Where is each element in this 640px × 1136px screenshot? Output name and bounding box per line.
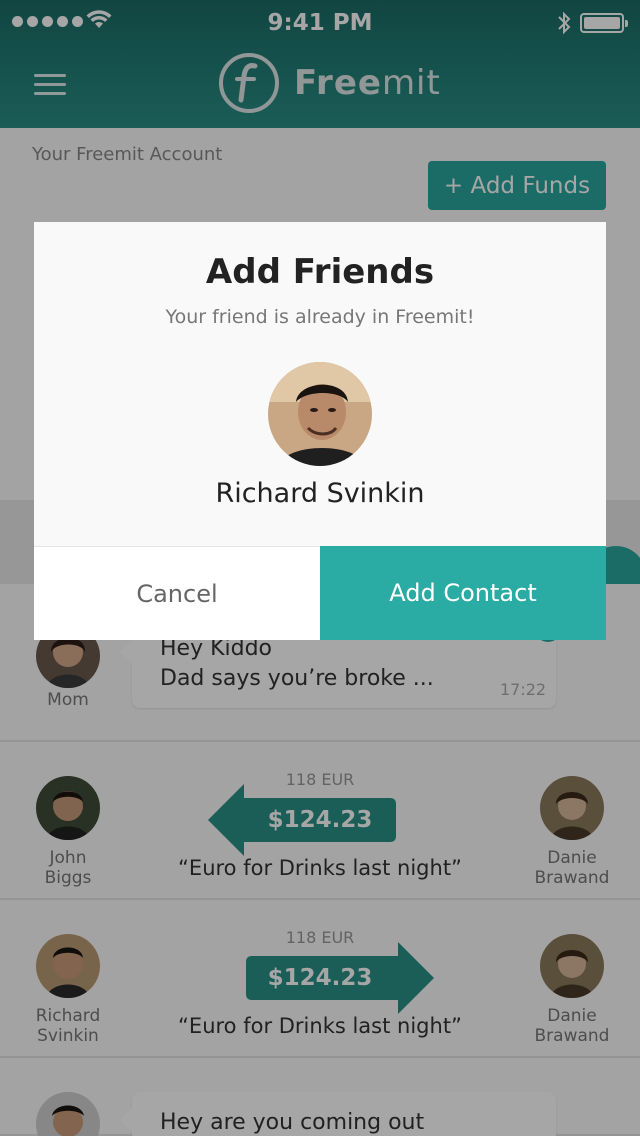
- add-friends-dialog: Add Friends Your friend is already in Fr…: [34, 222, 606, 640]
- cancel-button[interactable]: Cancel: [34, 546, 320, 640]
- dialog-subtitle: Your friend is already in Freemit!: [165, 306, 475, 328]
- friend-name: Richard Svinkin: [215, 478, 425, 509]
- friend-avatar: [268, 362, 372, 466]
- dialog-title: Add Friends: [205, 252, 435, 292]
- add-contact-button[interactable]: Add Contact: [320, 546, 606, 640]
